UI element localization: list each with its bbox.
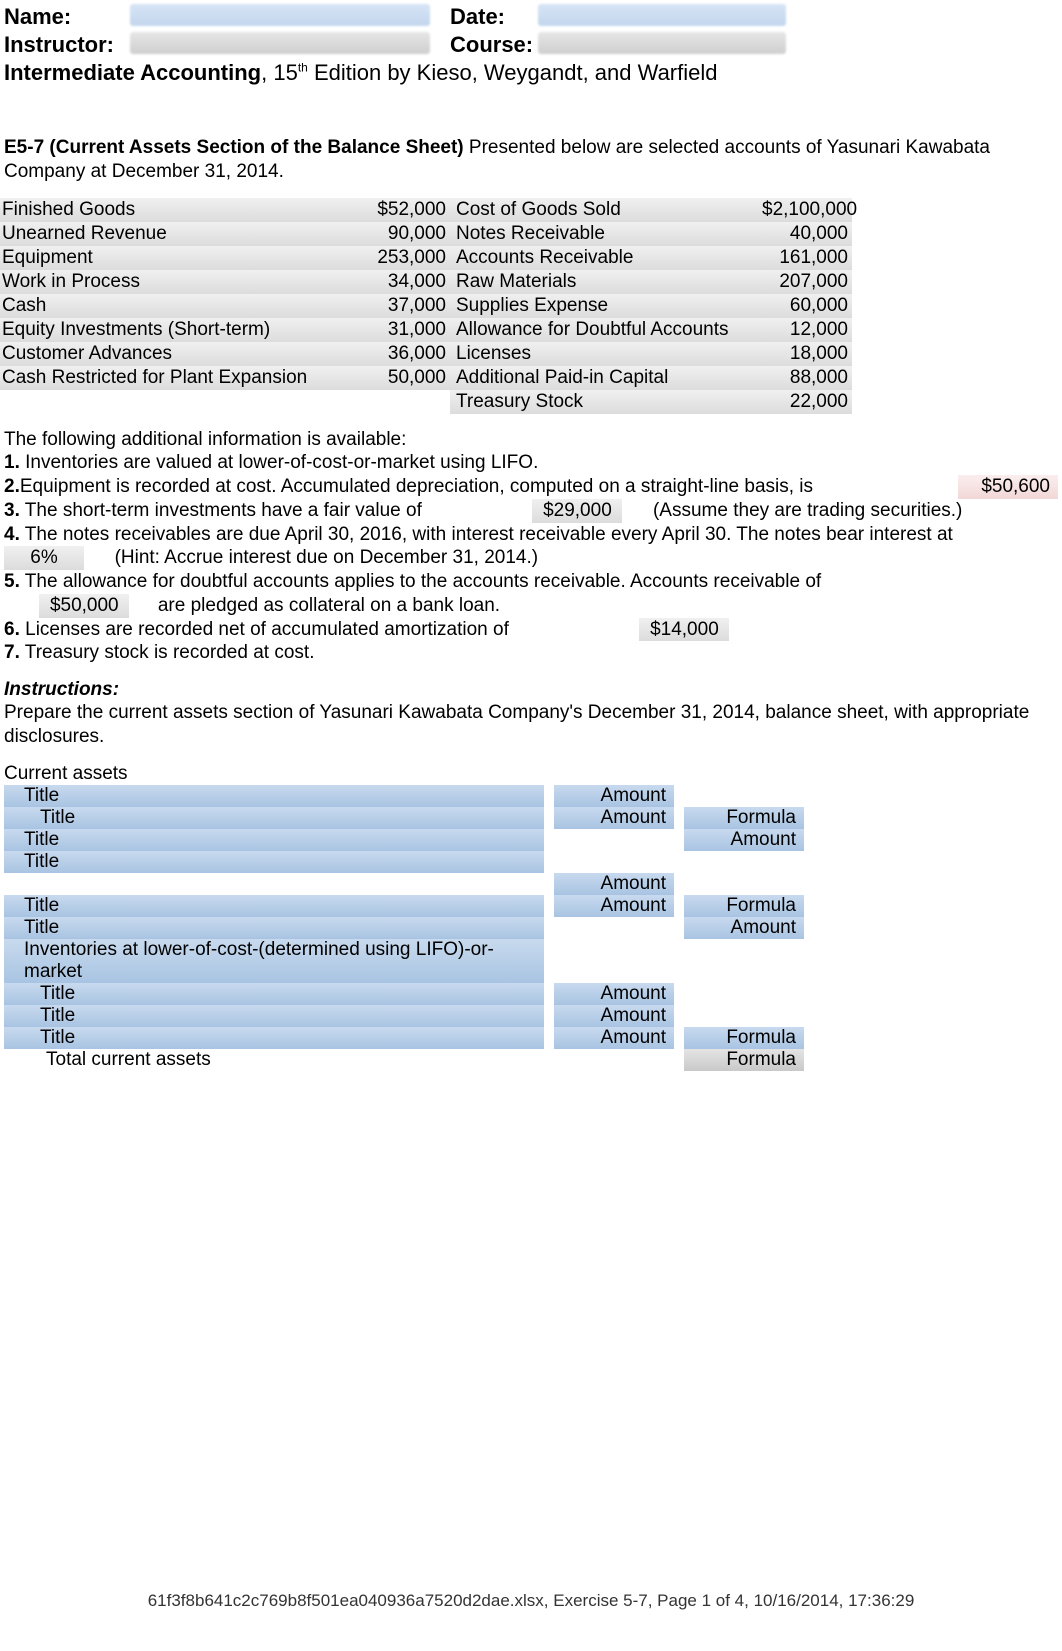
ws-total-formula[interactable]: Formula bbox=[684, 1049, 804, 1071]
account-value: 22,000 bbox=[760, 390, 852, 414]
account-name: Cash Restricted for Plant Expansion bbox=[0, 366, 360, 390]
account-value: 40,000 bbox=[760, 222, 852, 246]
ws-formula[interactable]: Formula bbox=[684, 1027, 804, 1049]
account-value: 88,000 bbox=[760, 366, 852, 390]
ws-title[interactable]: Title bbox=[4, 807, 544, 829]
ws-inventory-line: Inventories at lower-of-cost-(determined… bbox=[4, 939, 544, 983]
account-name: Allowance for Doubtful Accounts bbox=[450, 318, 760, 342]
account-name: Work in Process bbox=[0, 270, 360, 294]
account-name: Additional Paid-in Capital bbox=[450, 366, 760, 390]
account-name: Unearned Revenue bbox=[0, 222, 360, 246]
account-name: Supplies Expense bbox=[450, 294, 760, 318]
instructions-head: Instructions: bbox=[4, 679, 1058, 701]
page-footer: 61f3f8b641c2c769b8f501ea040936a7520d2dae… bbox=[0, 1591, 1062, 1611]
amort-value: $14,000 bbox=[639, 618, 729, 642]
account-value: 36,000 bbox=[360, 342, 450, 366]
fair-value: $29,000 bbox=[532, 499, 622, 523]
book-title: Intermediate Accounting, 15th Edition by… bbox=[0, 58, 1062, 86]
account-value: 18,000 bbox=[760, 342, 852, 366]
account-value: 207,000 bbox=[760, 270, 852, 294]
ws-title[interactable]: Title bbox=[4, 1005, 544, 1027]
current-assets-heading: Current assets bbox=[4, 763, 1058, 785]
ws-amount[interactable]: Amount bbox=[554, 895, 674, 917]
ws-title[interactable]: Title bbox=[4, 917, 544, 939]
account-name: Cash bbox=[0, 294, 360, 318]
account-value: 31,000 bbox=[360, 318, 450, 342]
doc-header: Name: Date: Instructor: Course: bbox=[0, 0, 1062, 58]
account-value: 253,000 bbox=[360, 246, 450, 270]
course-field[interactable] bbox=[538, 32, 786, 54]
ws-formula[interactable]: Formula bbox=[684, 807, 804, 829]
name-field[interactable] bbox=[130, 4, 430, 26]
accum-depr-value: $50,600 bbox=[958, 475, 1058, 499]
ws-title[interactable]: Title bbox=[4, 829, 544, 851]
ws-title[interactable]: Title bbox=[4, 983, 544, 1005]
name-label: Name: bbox=[4, 4, 130, 30]
instructor-field[interactable] bbox=[130, 32, 430, 54]
date-label: Date: bbox=[450, 4, 538, 30]
ws-amount[interactable]: Amount bbox=[684, 829, 804, 851]
pledged-ar: $50,000 bbox=[39, 594, 129, 618]
account-value: 60,000 bbox=[760, 294, 852, 318]
account-name: Treasury Stock bbox=[450, 390, 760, 414]
ws-total-label: Total current assets bbox=[4, 1049, 544, 1071]
worksheet: Current assets Title Amount Title Amount… bbox=[0, 763, 1062, 1071]
account-name: Licenses bbox=[450, 342, 760, 366]
account-name: Equity Investments (Short-term) bbox=[0, 318, 360, 342]
account-value: 50,000 bbox=[360, 366, 450, 390]
ws-title[interactable]: Title bbox=[4, 785, 544, 807]
ws-title[interactable]: Title bbox=[4, 1027, 544, 1049]
account-name: Notes Receivable bbox=[450, 222, 760, 246]
account-name: Raw Materials bbox=[450, 270, 760, 294]
account-name: Finished Goods bbox=[0, 198, 360, 222]
course-label: Course: bbox=[450, 32, 538, 58]
ws-amount[interactable]: Amount bbox=[684, 917, 804, 939]
account-value: $52,000 bbox=[360, 198, 450, 222]
account-value: 90,000 bbox=[360, 222, 450, 246]
ws-amount[interactable]: Amount bbox=[554, 807, 674, 829]
account-name: Equipment bbox=[0, 246, 360, 270]
account-value: 37,000 bbox=[360, 294, 450, 318]
instructor-label: Instructor: bbox=[4, 32, 130, 58]
ws-formula[interactable]: Formula bbox=[684, 895, 804, 917]
instructions-body: Prepare the current assets section of Ya… bbox=[4, 701, 1058, 749]
ws-amount[interactable]: Amount bbox=[554, 785, 674, 807]
account-name: Cost of Goods Sold bbox=[450, 198, 760, 222]
ws-amount[interactable]: Amount bbox=[554, 983, 674, 1005]
account-name: Accounts Receivable bbox=[450, 246, 760, 270]
addl-lead: The following additional information is … bbox=[4, 428, 1058, 452]
ws-amount[interactable]: Amount bbox=[554, 873, 674, 895]
ws-title[interactable]: Title bbox=[4, 851, 544, 873]
account-name: Customer Advances bbox=[0, 342, 360, 366]
instructions-block: Instructions: Prepare the current assets… bbox=[0, 679, 1062, 749]
problem-heading: E5-7 (Current Assets Section of the Bala… bbox=[0, 136, 1062, 184]
ws-title[interactable]: Title bbox=[4, 895, 544, 917]
account-value: 161,000 bbox=[760, 246, 852, 270]
ws-amount[interactable]: Amount bbox=[554, 1027, 674, 1049]
accounts-table: Finished Goods$52,000Cost of Goods Sold$… bbox=[0, 198, 1062, 414]
additional-info: The following additional information is … bbox=[0, 428, 1062, 666]
account-value: $2,100,000 bbox=[760, 198, 852, 222]
interest-rate: 6% bbox=[4, 546, 84, 570]
account-value: 34,000 bbox=[360, 270, 450, 294]
ws-amount[interactable]: Amount bbox=[554, 1005, 674, 1027]
date-field[interactable] bbox=[538, 4, 786, 26]
account-value: 12,000 bbox=[760, 318, 852, 342]
